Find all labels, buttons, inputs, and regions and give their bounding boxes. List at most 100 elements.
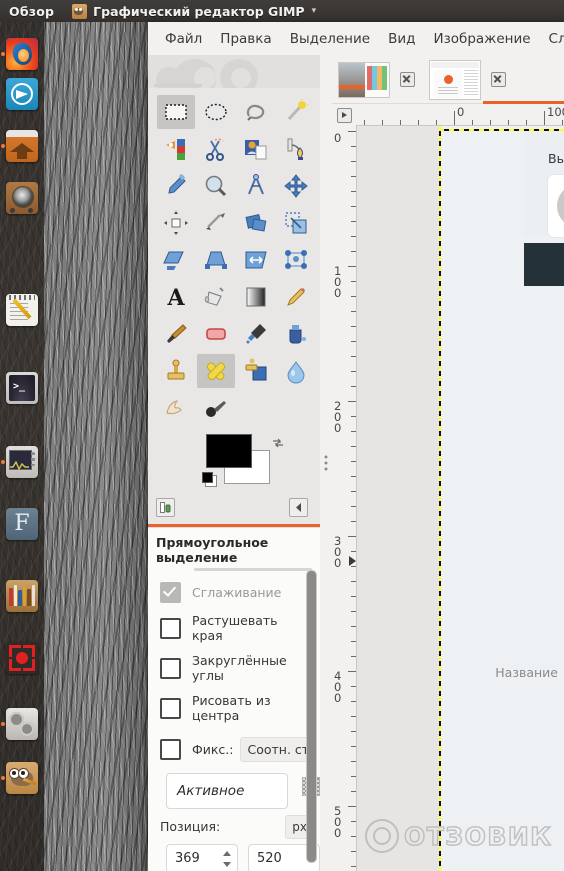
fixed-checkbox[interactable] — [160, 739, 181, 760]
dock-resize-grip[interactable] — [320, 55, 332, 871]
launcher-item-notes[interactable] — [6, 294, 38, 326]
tool-clone[interactable] — [157, 354, 195, 388]
tool-measure[interactable] — [237, 169, 275, 203]
launcher-item-home-folder[interactable] — [6, 130, 38, 162]
option-antialiasing[interactable]: Сглаживание — [148, 577, 320, 608]
tool-rect-select[interactable] — [157, 94, 195, 129]
launcher-item-bookshelf[interactable] — [6, 580, 38, 612]
launcher-item-foliate[interactable]: F — [6, 508, 38, 540]
tool-paths[interactable] — [277, 132, 315, 166]
tool-airbrush[interactable] — [237, 317, 275, 351]
collapse-panel-icon[interactable] — [289, 498, 308, 517]
tool-color-picker[interactable] — [157, 169, 195, 203]
tool-pencil[interactable] — [277, 280, 315, 314]
tool-scissors-select[interactable] — [197, 132, 235, 166]
tool-align[interactable] — [157, 206, 195, 240]
selection-marching-ants-horizontal — [439, 129, 564, 131]
option-fixed[interactable]: Фикс.: Соотн. сторо — [148, 728, 320, 767]
device-status-icon[interactable] — [156, 498, 175, 517]
option-rounded-corners[interactable]: Закруглённые углы — [148, 648, 320, 688]
tool-select-by-color[interactable] — [157, 132, 195, 166]
active-app-indicator[interactable]: Графический редактор GIMP ▾ — [72, 3, 317, 19]
vruler-label-400: 400 — [334, 669, 342, 705]
tool-shear[interactable] — [157, 243, 195, 277]
image-tab-2[interactable] — [429, 59, 506, 100]
tool-options-divider — [194, 568, 312, 571]
terminal-prompt-icon: >_ — [13, 381, 26, 392]
ruler-menu-button[interactable] — [332, 104, 356, 126]
default-colors-icon[interactable] — [202, 472, 217, 487]
menu-select[interactable]: Выделение — [281, 27, 379, 51]
highlight-field[interactable]: Активное — [166, 773, 288, 809]
launcher-item-firefox[interactable] — [6, 38, 38, 70]
tool-ellipse-select[interactable] — [197, 95, 235, 129]
unity-launcher: >_ F — [0, 22, 44, 871]
launcher-item-system-monitor[interactable] — [6, 446, 38, 478]
launcher-item-telegram[interactable] — [6, 78, 38, 110]
expand-from-center-checkbox[interactable] — [160, 697, 181, 719]
tool-gradient[interactable] — [237, 280, 275, 314]
tool-smudge[interactable] — [157, 391, 195, 425]
tool-options-scroll-thumb[interactable] — [306, 570, 317, 863]
vertical-ruler[interactable]: 0 100 200 300 400 500 600 — [332, 126, 357, 871]
horizontal-ruler[interactable]: 0 100 — [356, 104, 564, 126]
position-x-input[interactable]: 369 — [166, 844, 238, 871]
menu-image[interactable]: Изображение — [424, 27, 539, 51]
launcher-item-gimp[interactable] — [6, 762, 38, 794]
tool-eraser[interactable] — [197, 317, 235, 351]
tool-blur-sharpen[interactable] — [277, 354, 315, 388]
menu-view[interactable]: Вид — [379, 27, 424, 51]
fixed-aspect-combo[interactable]: Соотн. сторо — [239, 737, 312, 762]
menu-layer[interactable]: Слой — [540, 27, 564, 51]
image-sheet[interactable]: Вы собираетес Опер Название — [439, 126, 564, 871]
top-panel: Обзор Графический редактор GIMP ▾ — [0, 0, 564, 22]
tool-zoom[interactable] — [197, 169, 235, 203]
launcher-item-screen-recorder[interactable] — [6, 642, 38, 674]
swap-colors-icon[interactable] — [272, 434, 284, 448]
running-indicator-firefox — [1, 52, 5, 56]
foreground-color-swatch[interactable] — [206, 434, 252, 468]
position-x-stepper[interactable] — [222, 849, 232, 869]
feather-edges-checkbox[interactable] — [160, 617, 181, 639]
chevron-down-icon[interactable]: ▾ — [312, 6, 317, 16]
option-feather-edges[interactable]: Растушевать края — [148, 608, 320, 648]
tool-rotate[interactable] — [237, 206, 275, 240]
image-tab-2-close-icon[interactable] — [491, 72, 506, 87]
tool-options-scrollbar[interactable] — [306, 566, 317, 869]
tool-foreground-select[interactable] — [237, 132, 275, 166]
tool-cage-transform[interactable] — [277, 243, 315, 277]
image-tab-1-close-icon[interactable] — [400, 72, 415, 87]
fg-bg-colors[interactable] — [202, 434, 283, 487]
image-tab-2-thumbnail[interactable] — [429, 59, 481, 100]
canvas-row: 0 100 200 300 400 500 600 Вы собираетес — [332, 126, 564, 871]
image-tab-1-thumbnail[interactable] — [338, 61, 390, 98]
tool-move[interactable] — [277, 169, 315, 203]
rounded-corners-checkbox[interactable] — [160, 657, 181, 679]
launcher-item-settings[interactable] — [6, 708, 38, 740]
tool-bucket-fill[interactable] — [197, 280, 235, 314]
wilber-pupil-left-icon — [12, 771, 16, 775]
image-tab-1[interactable] — [338, 61, 415, 98]
running-indicator-gimp — [1, 776, 5, 780]
tool-scale[interactable] — [277, 206, 315, 240]
tool-fuzzy-select[interactable] — [277, 95, 315, 129]
image-canvas[interactable]: Вы собираетес Опер Название — [357, 126, 564, 871]
gimp-menubar: Файл Правка Выделение Вид Изображение Сл… — [148, 22, 564, 55]
tool-paintbrush[interactable] — [157, 317, 195, 351]
antialiasing-checkbox[interactable] — [160, 582, 181, 603]
tool-ink[interactable] — [277, 317, 315, 351]
option-expand-from-center[interactable]: Рисовать из центра — [148, 688, 320, 728]
tool-perspective[interactable] — [197, 243, 235, 277]
overview-button[interactable]: Обзор — [9, 4, 54, 19]
tool-dodge-burn[interactable] — [197, 391, 235, 425]
menu-edit[interactable]: Правка — [211, 27, 280, 51]
tool-perspective-clone[interactable] — [237, 354, 275, 388]
tool-crop[interactable] — [197, 206, 235, 240]
launcher-item-terminal[interactable]: >_ — [6, 372, 38, 404]
tool-free-select[interactable] — [237, 95, 275, 129]
launcher-item-rhythmbox[interactable] — [6, 182, 38, 214]
menu-file[interactable]: Файл — [156, 27, 211, 51]
tool-text[interactable]: A — [157, 280, 195, 314]
tool-flip[interactable] — [237, 243, 275, 277]
tool-heal[interactable] — [197, 353, 235, 388]
